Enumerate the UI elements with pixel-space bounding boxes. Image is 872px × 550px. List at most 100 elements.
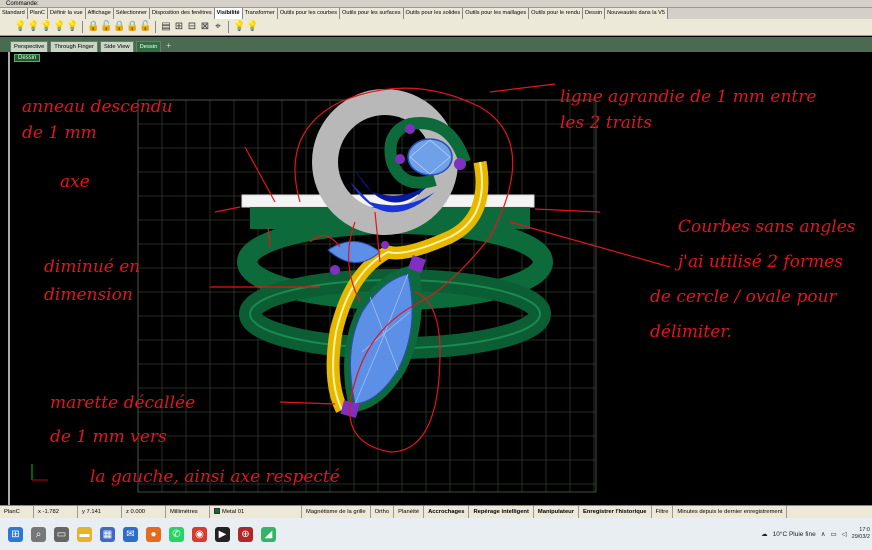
skype-icon[interactable]: ⊕ [238, 526, 253, 542]
annotation-anneau-line1: anneau descendu [22, 97, 173, 117]
status-bar: PlanC x -1.782 y 7.141 z 0.000 Millimètr… [0, 505, 872, 518]
windows-start-icon[interactable]: ⊞ [8, 526, 23, 542]
toolbar-separator [228, 21, 229, 33]
toolbar-tabs: Standard PlanC Définir la vue Affichage Séle… [0, 8, 872, 19]
lightbulb-all-icon[interactable]: 💡 [66, 21, 78, 33]
show-points-icon[interactable]: ⊞ [173, 21, 185, 33]
viewport-tabs: Perspective Through Finger Side View Dessin… [0, 37, 872, 52]
tab-0[interactable]: Standard [0, 8, 28, 19]
tab-14[interactable]: Nouveautés dans la V5 [605, 8, 668, 19]
dessin-viewport[interactable]: anneau descendu de 1 mm axe diminué en d… [8, 52, 872, 505]
unlock-icon[interactable]: 🔓 [100, 21, 112, 33]
whatsapp-icon[interactable]: ✆ [169, 526, 184, 542]
tab-1[interactable]: PlanC [27, 8, 48, 19]
status-plane[interactable]: PlanC [0, 506, 34, 518]
tab-6[interactable]: Visibilité [214, 8, 243, 19]
unlock-all-icon[interactable]: 🔓 [139, 21, 151, 33]
file-explorer-icon[interactable]: ▬ [77, 526, 92, 542]
tab-13[interactable]: Dessin [583, 8, 606, 19]
status-planar[interactable]: Planéité [394, 506, 425, 518]
tab-4[interactable]: Sélectionner [113, 8, 150, 19]
status-smarttrack[interactable]: Repérage intelligent [469, 506, 534, 518]
tab-7[interactable]: Transformer [242, 8, 278, 19]
lightbulb-layer-icon[interactable]: 💡 [233, 21, 245, 33]
tab-5[interactable]: Disposition des fenêtres [149, 8, 215, 19]
status-y: y 7.141 [78, 506, 122, 518]
status-units[interactable]: Millimètres [166, 506, 210, 518]
media-player-icon[interactable]: ▶ [215, 526, 230, 542]
viewport-tab-2[interactable]: Side View [99, 41, 134, 52]
weather-text[interactable]: 10°C Pluie fine [773, 531, 816, 538]
annotation-ligne-line1: ligne agrandie de 1 mm entre [560, 87, 816, 107]
command-bar[interactable]: Commande: [0, 0, 872, 8]
tab-8[interactable]: Outils pour les courbes [277, 8, 341, 19]
annotation-ligne-line2: les 2 traits [560, 113, 652, 133]
lightbulb-off-icon[interactable]: 💡 [27, 21, 39, 33]
tab-11[interactable]: Outils pour les maillages [463, 8, 530, 19]
viewport-tab-3[interactable]: Dessin [135, 41, 162, 52]
store-icon[interactable]: ▦ [100, 526, 115, 542]
task-view-icon[interactable]: ▭ [54, 526, 69, 542]
edit-points-icon[interactable]: ⊠ [199, 21, 211, 33]
status-snap[interactable]: Magnétisme de la grille [302, 506, 371, 518]
annotation-marquise-line2: de 1 mm vers [50, 427, 167, 447]
clock[interactable]: 17:0 29/03/2 [852, 527, 870, 541]
annotation-diminue-line2: dimension [44, 285, 133, 305]
status-osnap[interactable]: Accrochages [424, 506, 470, 518]
clock-time: 17:0 [859, 527, 870, 533]
world-axis-icon [31, 464, 48, 481]
clipping-plane-icon[interactable]: ▤ [160, 21, 172, 33]
lightbulb-icon[interactable]: 💡 [14, 21, 26, 33]
ring-drawing: anneau descendu de 1 mm axe diminué en d… [22, 83, 856, 493]
rhino-icon[interactable]: ◢ [261, 526, 276, 542]
annotation-axe: axe [60, 172, 90, 192]
network-icon[interactable]: ▭ [830, 530, 836, 538]
status-filter[interactable]: Filtre [652, 506, 674, 518]
system-tray: ☁ 10°C Pluie fine ∧ ▭ ◁ 17:0 29/03/2 [761, 518, 872, 550]
annotation-marquise-line1: marette décallée [50, 393, 195, 413]
chevron-up-icon[interactable]: ∧ [821, 530, 826, 538]
annotation-courbes-line2: j'ai utilisé 2 formes [674, 252, 843, 272]
annotation-courbes-line4: délimiter. [650, 322, 732, 342]
lightbulb-layer-off-icon[interactable]: 💡 [246, 21, 258, 33]
clock-date: 29/03/2 [851, 534, 870, 540]
viewport-tab-1[interactable]: Through Finger [50, 41, 98, 52]
toolbar-separator [155, 21, 156, 33]
command-label: Commande: [6, 1, 39, 7]
tab-2[interactable]: Définir la vue [47, 8, 86, 19]
isolate-icon[interactable]: ⌖ [212, 21, 224, 33]
toolbar-separator [82, 21, 83, 33]
hide-points-icon[interactable]: ⊟ [186, 21, 198, 33]
tab-9[interactable]: Outils pour les surfaces [340, 8, 404, 19]
annotation-courbes-line3: de cercle / ovale pour [650, 287, 838, 307]
tab-10[interactable]: Outils pour les solides [403, 8, 464, 19]
add-viewport-tab-icon[interactable]: + [163, 39, 174, 52]
status-gumball[interactable]: Manipulateur [534, 506, 579, 518]
tab-12[interactable]: Outils pour le rendu [529, 8, 583, 19]
tab-3[interactable]: Affichage [85, 8, 114, 19]
status-z: z 0.000 [122, 506, 166, 518]
status-minutes: Minutes depuis le dernier enregistrement [673, 506, 788, 518]
volume-icon[interactable]: ◁ [842, 530, 847, 538]
annotation-diminue-line1: diminué en [44, 257, 140, 277]
firefox-icon[interactable]: ● [146, 526, 161, 542]
search-icon[interactable]: ⌕ [31, 526, 46, 542]
lightbulb-select-icon[interactable]: 💡 [40, 21, 52, 33]
lock-icon[interactable]: 🔒 [87, 21, 99, 33]
lock-select-icon[interactable]: 🔒 [113, 21, 125, 33]
status-layer[interactable]: Metal 01 [210, 506, 302, 518]
visibility-toolbar: 💡 💡 💡 💡 💡 🔒 🔓 🔒 🔒 🔓 ▤ ⊞ ⊟ ⊠ ⌖ 💡 💡 [0, 19, 872, 36]
viewport-tab-0[interactable]: Perspective [10, 41, 49, 52]
annotation-courbes-line1: Courbes sans angles [678, 217, 856, 237]
windows-taskbar: ⊞ ⌕ ▭ ▬ ▦ ✉ ● ✆ ◉ ▶ ⊕ ◢ ☁ 10°C Pluie fin… [0, 518, 872, 550]
lightbulb-swap-icon[interactable]: 💡 [53, 21, 65, 33]
viewport-label[interactable]: Dessin [14, 54, 41, 62]
mail-icon[interactable]: ✉ [123, 526, 138, 542]
status-history[interactable]: Enregistrer l'historique [579, 506, 652, 518]
status-layer-name: Metal 01 [222, 509, 245, 515]
status-ortho[interactable]: Ortho [371, 506, 395, 518]
lock-swap-icon[interactable]: 🔒 [126, 21, 138, 33]
annotation-marquise-line3: la gauche, ainsi axe respecté [90, 467, 340, 487]
chrome-icon[interactable]: ◉ [192, 526, 207, 542]
weather-icon[interactable]: ☁ [761, 530, 768, 538]
